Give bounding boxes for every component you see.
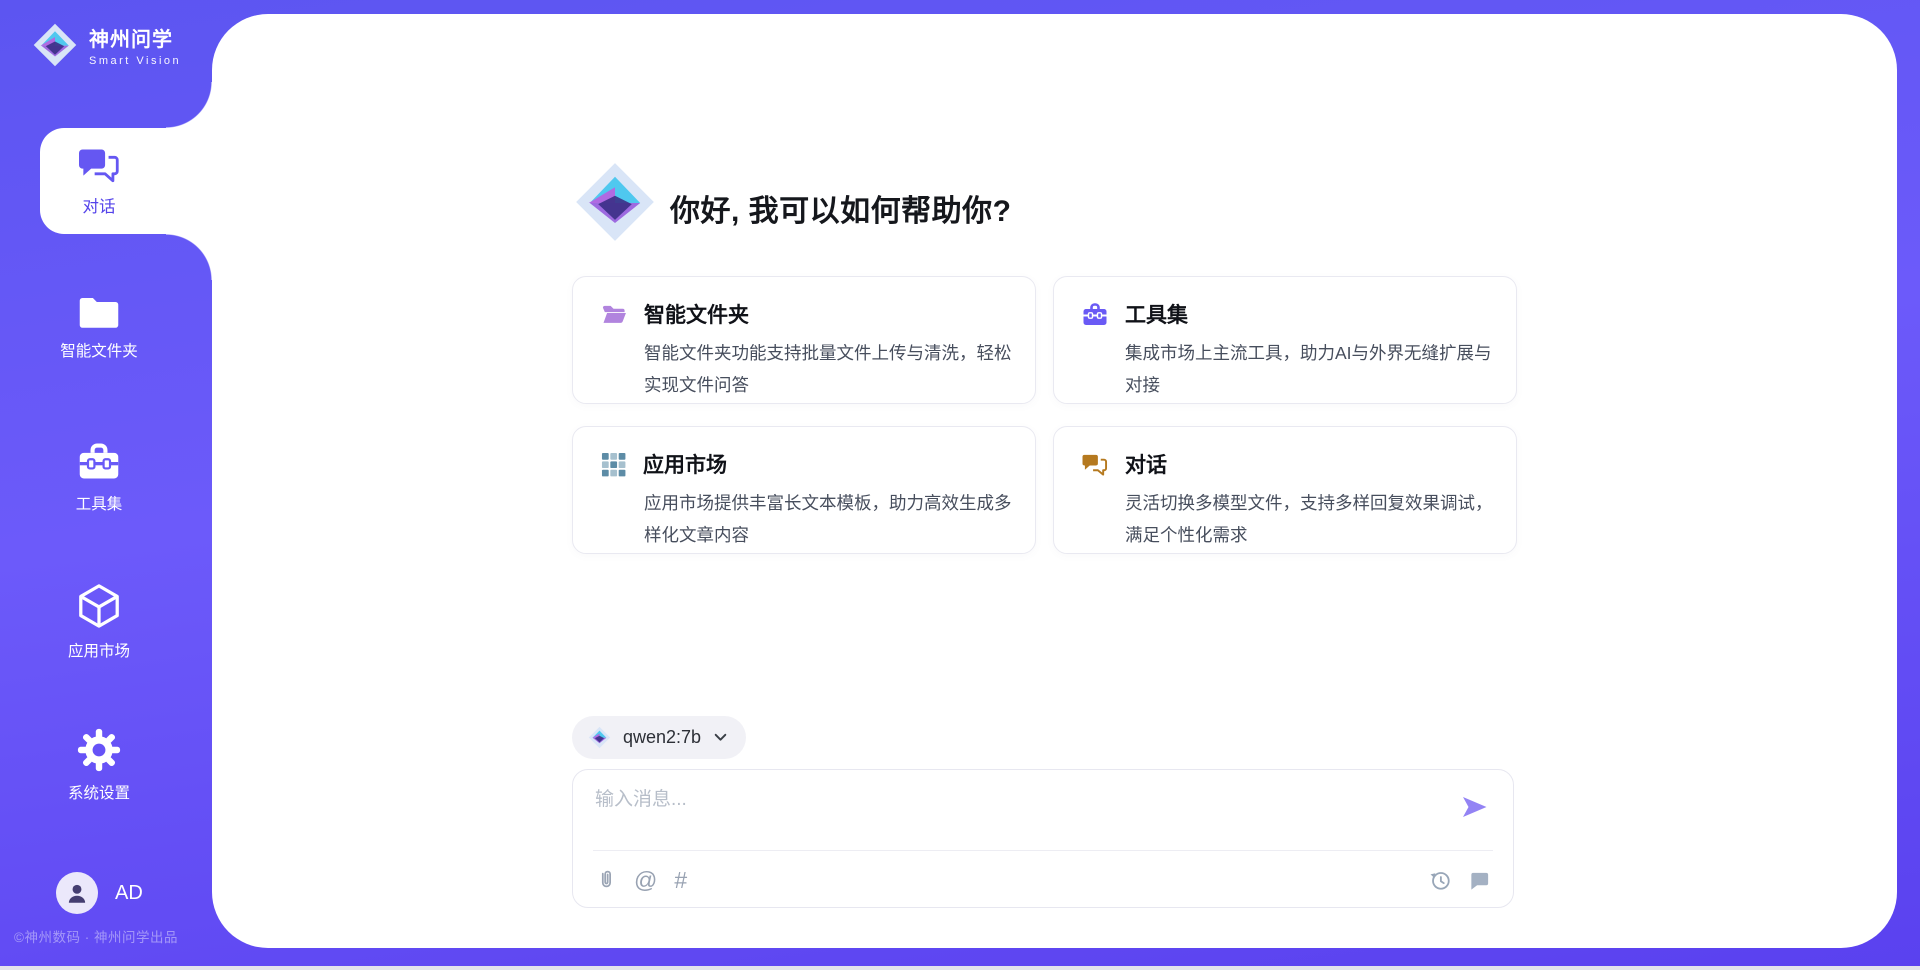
page-edge <box>0 966 1920 970</box>
avatar[interactable] <box>56 872 98 914</box>
gem-logo-icon <box>588 726 611 749</box>
brand-text: 神州问学 Smart Vision <box>89 23 181 67</box>
chat-bubbles-icon <box>77 146 121 186</box>
brand-name: 神州问学 <box>89 23 181 52</box>
model-selector[interactable]: qwen2:7b <box>572 716 746 759</box>
history-icon[interactable] <box>1429 869 1452 892</box>
user-name: AD <box>115 882 143 905</box>
gem-logo-icon <box>573 160 657 249</box>
composer-divider <box>593 850 1493 851</box>
sidebar: 神州问学 Smart Vision 对话 智能文件夹 <box>0 0 212 970</box>
briefcase-icon <box>77 441 121 483</box>
card-description: 灵活切换多模型文件，支持多样回复效果调试，满足个性化需求 <box>1125 487 1497 551</box>
card-smart-folder[interactable]: 智能文件夹 智能文件夹功能支持批量文件上传与清洗，轻松实现文件问答 <box>572 276 1036 404</box>
copyright-text: ©神州数码 · 神州问学出品 <box>14 926 178 946</box>
send-icon[interactable] <box>1459 792 1489 827</box>
card-toolset[interactable]: 工具集 集成市场上主流工具，助力AI与外界无缝扩展与对接 <box>1053 276 1517 404</box>
card-title: 智能文件夹 <box>644 299 749 329</box>
paperclip-icon[interactable] <box>595 868 617 892</box>
card-title: 对话 <box>1125 449 1167 479</box>
sidebar-item-label: 系统设置 <box>68 781 130 803</box>
main-panel: 你好, 我可以如何帮助你? 智能文件夹 智能文件夹功能支持批量文件上传与清洗，轻… <box>212 14 1897 948</box>
brand-subtitle: Smart Vision <box>89 55 181 67</box>
card-app-market[interactable]: 应用市场 应用市场提供丰富长文本模板，助力高效生成多样化文章内容 <box>572 426 1036 554</box>
sidebar-item-label: 对话 <box>83 193 116 217</box>
chat-bubbles-icon <box>1082 452 1108 477</box>
folder-icon <box>78 294 120 330</box>
briefcase-icon <box>1082 302 1108 327</box>
person-icon <box>64 880 90 906</box>
sidebar-item-label: 应用市场 <box>68 639 130 661</box>
cube-icon <box>76 582 122 630</box>
blocks-icon <box>601 452 626 477</box>
card-header: 应用市场 <box>601 449 1009 479</box>
card-header: 对话 <box>1082 449 1490 479</box>
card-title: 应用市场 <box>643 449 727 479</box>
card-header: 工具集 <box>1082 299 1490 329</box>
card-title: 工具集 <box>1125 299 1188 329</box>
tab-curve-top <box>166 82 212 128</box>
model-name: qwen2:7b <box>623 727 701 748</box>
sidebar-item-label: 工具集 <box>76 492 123 514</box>
composer: @ # <box>572 769 1514 908</box>
sidebar-item-settings[interactable]: 系统设置 <box>0 728 198 803</box>
greeting-title: 你好, 我可以如何帮助你? <box>670 186 1012 230</box>
card-header: 智能文件夹 <box>601 299 1009 329</box>
brand-logo: 神州问学 Smart Vision <box>32 22 181 68</box>
user-profile[interactable]: AD <box>56 872 143 914</box>
tab-curve-bottom <box>166 234 212 280</box>
quick-reply-icon[interactable] <box>1468 869 1491 892</box>
sidebar-item-chat[interactable]: 对话 <box>40 128 212 234</box>
sidebar-item-smart-folder[interactable]: 智能文件夹 <box>0 294 198 361</box>
message-input[interactable] <box>595 784 1435 842</box>
gem-logo-icon <box>32 22 78 68</box>
sidebar-item-label: 智能文件夹 <box>60 339 138 361</box>
composer-tools-right <box>1429 860 1491 900</box>
folder-open-icon <box>601 302 627 326</box>
card-description: 智能文件夹功能支持批量文件上传与清洗，轻松实现文件问答 <box>644 337 1016 401</box>
card-description: 应用市场提供丰富长文本模板，助力高效生成多样化文章内容 <box>644 487 1016 551</box>
composer-tools-left: @ # <box>595 860 687 900</box>
gear-icon <box>77 728 121 772</box>
sidebar-item-toolset[interactable]: 工具集 <box>0 441 198 514</box>
card-description: 集成市场上主流工具，助力AI与外界无缝扩展与对接 <box>1125 337 1497 401</box>
chevron-down-icon[interactable] <box>713 730 728 745</box>
at-icon[interactable]: @ <box>634 869 657 892</box>
hash-icon[interactable]: # <box>674 869 687 892</box>
app-root: 神州问学 Smart Vision 对话 智能文件夹 <box>0 0 1920 970</box>
card-chat[interactable]: 对话 灵活切换多模型文件，支持多样回复效果调试，满足个性化需求 <box>1053 426 1517 554</box>
sidebar-item-app-market[interactable]: 应用市场 <box>0 582 198 661</box>
